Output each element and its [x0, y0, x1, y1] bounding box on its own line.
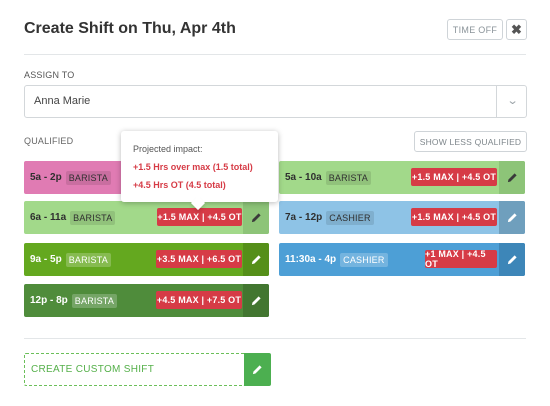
shift-card[interactable]: 11:30a - 4p CASHIER +1 MAX | +4.5 OT: [279, 243, 525, 276]
shift-card[interactable]: 12p - 8p BARISTA +4.5 MAX | +7.5 OT: [24, 284, 269, 317]
edit-shift-button[interactable]: [499, 201, 525, 234]
close-button[interactable]: ✖: [506, 19, 527, 40]
impact-badge: +1 MAX | +4.5 OT: [425, 249, 497, 269]
shift-time: 7a - 12p: [285, 212, 323, 223]
shift-role-badge: BARISTA: [65, 252, 111, 267]
shift-role-badge: CASHIER: [340, 252, 388, 267]
edit-shift-button[interactable]: [243, 243, 269, 276]
assign-to-select[interactable]: Anna Marie ⌄: [24, 85, 527, 118]
divider: [24, 54, 526, 55]
shift-card[interactable]: 5a - 10a BARISTA +1.5 MAX | +4.5 OT: [279, 161, 525, 194]
projected-impact-tooltip: Projected impact: +1.5 Hrs over max (1.5…: [121, 131, 278, 211]
shift-role-badge: BARISTA: [71, 293, 118, 308]
shift-role-badge: CASHIER: [326, 210, 374, 225]
chevron-down-icon[interactable]: ⌄: [506, 94, 518, 107]
divider: [24, 338, 526, 339]
pencil-icon: [507, 255, 517, 265]
shift-card[interactable]: 7a - 12p CASHIER +1.5 MAX | +4.5 OT: [279, 201, 525, 234]
select-divider: [496, 86, 497, 117]
tooltip-heading: Projected impact:: [133, 144, 203, 154]
shift-time: 12p - 8p: [30, 295, 68, 306]
shift-time: 9a - 5p: [30, 254, 62, 265]
edit-shift-button[interactable]: [499, 243, 525, 276]
shift-time: 5a - 10a: [285, 172, 322, 183]
close-icon: ✖: [511, 21, 522, 37]
shift-role-badge: BARISTA: [70, 210, 116, 225]
impact-badge: +1.5 MAX | +4.5 OT: [411, 208, 497, 226]
tooltip-overtime: +4.5 Hrs OT (4.5 total): [133, 180, 226, 190]
impact-badge: +1.5 MAX | +4.5 OT: [157, 208, 242, 226]
edit-shift-button[interactable]: [243, 201, 269, 234]
show-less-qualified-button[interactable]: SHOW LESS QUALIFIED: [414, 131, 527, 152]
shift-role-badge: BARISTA: [65, 170, 111, 185]
impact-badge: +1.5 MAX | +4.5 OT: [411, 168, 497, 186]
pencil-icon: [251, 296, 261, 306]
pencil-icon: [251, 255, 261, 265]
pencil-icon: [507, 173, 517, 183]
pencil-icon: [252, 365, 262, 375]
create-custom-shift-button[interactable]: CREATE CUSTOM SHIFT: [24, 353, 245, 386]
assign-to-value: Anna Marie: [34, 95, 91, 107]
create-custom-shift-label: CREATE CUSTOM SHIFT: [31, 364, 155, 375]
shift-time: 6a - 11a: [30, 212, 67, 223]
shift-role-badge: BARISTA: [325, 170, 371, 185]
shift-card[interactable]: 6a - 11a BARISTA +1.5 MAX | +4.5 OT: [24, 201, 269, 234]
qualified-label: QUALIFIED: [24, 136, 74, 146]
shift-time: 11:30a - 4p: [285, 254, 337, 265]
edit-shift-button[interactable]: [499, 161, 525, 194]
pencil-icon: [251, 213, 261, 223]
pencil-icon: [507, 213, 517, 223]
shift-time: 5a - 2p: [30, 172, 62, 183]
edit-shift-button[interactable]: [243, 284, 269, 317]
assign-to-label: ASSIGN TO: [24, 70, 75, 80]
time-off-button[interactable]: TIME OFF: [447, 19, 503, 40]
shift-card[interactable]: 9a - 5p BARISTA +3.5 MAX | +6.5 OT: [24, 243, 269, 276]
impact-badge: +3.5 MAX | +6.5 OT: [156, 250, 242, 268]
page-title: Create Shift on Thu, Apr 4th: [24, 20, 236, 37]
impact-badge: +4.5 MAX | +7.5 OT: [156, 291, 242, 309]
tooltip-over-max: +1.5 Hrs over max (1.5 total): [133, 162, 253, 172]
create-custom-shift-edit-button[interactable]: [244, 353, 271, 386]
